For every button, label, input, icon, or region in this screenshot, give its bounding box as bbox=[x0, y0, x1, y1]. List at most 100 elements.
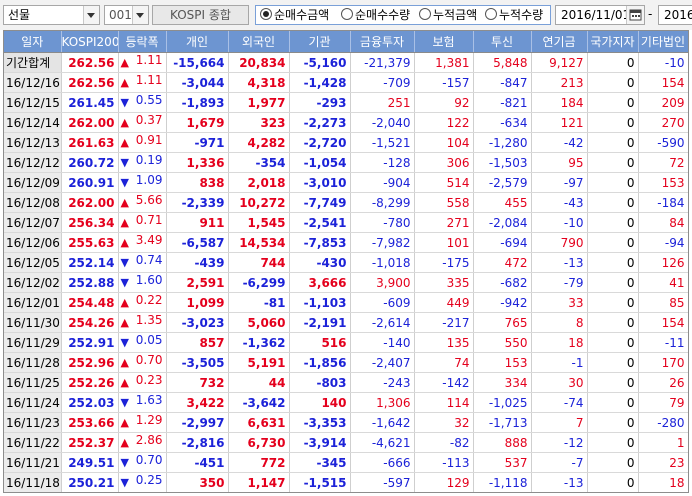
government-cell: 0 bbox=[587, 452, 639, 473]
triangle-up-icon: ▲ bbox=[120, 416, 129, 429]
date-cell: 16/12/12 bbox=[4, 152, 62, 173]
financial-investment-cell: -709 bbox=[350, 72, 415, 93]
investment-trust-cell: -1,118 bbox=[473, 472, 532, 492]
table-row[interactable]: 16/12/07 256.34 ▲ 0.71 911 1,545 -2,541 -780 271… bbox=[4, 212, 688, 233]
chevron-down-icon[interactable] bbox=[132, 6, 148, 24]
table-row[interactable]: 16/12/14 262.00 ▲ 0.37 1,679 323 -2,273 -2,040 1… bbox=[4, 112, 688, 133]
other-corp-cell: -590 bbox=[638, 132, 688, 153]
start-date-input[interactable]: 2016/11/01 bbox=[555, 5, 645, 25]
foreign-cell: 5,060 bbox=[228, 312, 290, 333]
government-cell: 0 bbox=[587, 192, 639, 213]
investment-trust-cell: -694 bbox=[473, 232, 532, 253]
pension-cell: 184 bbox=[531, 92, 588, 113]
col-other-corp-header[interactable]: 기타법인 bbox=[638, 31, 688, 53]
table-row[interactable]: 16/12/08 262.00 ▲ 5.66 -2,339 10,272 -7,749 -8,… bbox=[4, 192, 688, 213]
table-row[interactable]: 16/12/01 254.48 ▲ 0.22 1,099 -81 -1,103 -609 449… bbox=[4, 292, 688, 313]
foreign-cell: 14,534 bbox=[228, 232, 290, 253]
kospi200-cell: 252.91 bbox=[61, 332, 119, 353]
change-cell: ▼ 0.74 bbox=[118, 252, 167, 273]
radio-net-buy-quantity[interactable]: 순매수수량 bbox=[341, 8, 410, 23]
other-corp-cell: 126 bbox=[638, 252, 688, 273]
date-cell: 16/12/01 bbox=[4, 292, 62, 313]
table-row[interactable]: 16/11/22 252.37 ▲ 2.86 -2,816 6,730 -3,914 -4,6… bbox=[4, 432, 688, 453]
col-institution-header[interactable]: 기관 bbox=[289, 31, 351, 53]
foreign-cell: 10,272 bbox=[228, 192, 290, 213]
kospi200-cell: 261.45 bbox=[61, 92, 119, 113]
table-row[interactable]: 16/11/24 252.03 ▼ 1.63 3,422 -3,642 140 1,306 11… bbox=[4, 392, 688, 413]
radio-net-buy-amount[interactable]: 순매수금액 bbox=[260, 8, 329, 23]
financial-investment-cell: -904 bbox=[350, 172, 415, 193]
code-input[interactable]: 001 bbox=[104, 5, 149, 25]
insurance-cell: -82 bbox=[414, 432, 474, 453]
pension-cell: 790 bbox=[531, 232, 588, 253]
col-investment-trust-header[interactable]: 투신 bbox=[473, 31, 532, 53]
code-input-value: 001 bbox=[109, 8, 132, 22]
col-change-header[interactable]: 등락폭 bbox=[118, 31, 167, 53]
col-financial-investment-header[interactable]: 금융투자 bbox=[350, 31, 415, 53]
table-row[interactable]: 16/12/06 255.63 ▲ 3.49 -6,587 14,534 -7,853 -7,… bbox=[4, 232, 688, 253]
table-row[interactable]: 16/12/16 262.56 ▲ 1.11 -3,044 4,318 -1,428 -709… bbox=[4, 72, 688, 93]
insurance-cell: -175 bbox=[414, 252, 474, 273]
insurance-cell: 129 bbox=[414, 472, 474, 492]
col-kospi200-header[interactable]: KOSPI200 bbox=[61, 31, 119, 53]
other-corp-cell: 209 bbox=[638, 92, 688, 113]
table-row[interactable]: 16/11/25 252.26 ▲ 0.23 732 44 -803 -243 -142 334 3… bbox=[4, 372, 688, 393]
table-row[interactable]: 16/11/30 254.26 ▲ 1.35 -3,023 5,060 -2,191 -2,6… bbox=[4, 312, 688, 333]
change-cell: ▲ 0.91 bbox=[118, 132, 167, 153]
financial-investment-cell: -1,642 bbox=[350, 412, 415, 433]
institution-cell: -2,720 bbox=[289, 132, 351, 153]
table-row[interactable]: 16/12/09 260.91 ▼ 1.09 838 2,018 -3,010 -904 514… bbox=[4, 172, 688, 193]
kospi200-cell: 252.37 bbox=[61, 432, 119, 453]
col-foreign-header[interactable]: 외국인 bbox=[228, 31, 290, 53]
col-government-header[interactable]: 국가지자 bbox=[587, 31, 639, 53]
investment-trust-cell: 455 bbox=[473, 192, 532, 213]
investment-trust-cell: 888 bbox=[473, 432, 532, 453]
investor-data-grid: 일자 KOSPI200 등락폭 개인 외국인 기관 금융투자 보험 투신 연기금 국가지자 기타법인 … bbox=[3, 30, 689, 493]
date-cell: 16/12/05 bbox=[4, 252, 62, 273]
date-cell: 16/12/06 bbox=[4, 232, 62, 253]
financial-investment-cell: -1,521 bbox=[350, 132, 415, 153]
col-insurance-header[interactable]: 보험 bbox=[414, 31, 474, 53]
date-cell: 16/11/28 bbox=[4, 352, 62, 373]
col-date-header[interactable]: 일자 bbox=[4, 31, 62, 53]
individual-cell: -451 bbox=[166, 452, 229, 473]
other-corp-cell: 84 bbox=[638, 212, 688, 233]
table-row[interactable]: 16/11/29 252.91 ▼ 0.05 857 -1,362 516 -140 135 55… bbox=[4, 332, 688, 353]
radio-cumulative-quantity[interactable]: 누적수량 bbox=[485, 8, 543, 23]
kospi200-cell: 250.21 bbox=[61, 472, 119, 492]
investment-trust-cell: -2,579 bbox=[473, 172, 532, 193]
calendar-icon[interactable] bbox=[626, 6, 644, 24]
institution-cell: -2,541 bbox=[289, 212, 351, 233]
header-row: 일자 KOSPI200 등락폭 개인 외국인 기관 금융투자 보험 투신 연기금 국가지자 기타법인 bbox=[4, 31, 688, 53]
institution-cell: -1,856 bbox=[289, 352, 351, 373]
chevron-down-icon[interactable] bbox=[83, 6, 99, 24]
change-value: 5.66 bbox=[135, 193, 163, 207]
government-cell: 0 bbox=[587, 112, 639, 133]
table-row[interactable]: 16/12/13 261.63 ▲ 0.91 -971 4,282 -2,720 -1,521… bbox=[4, 132, 688, 153]
foreign-cell: 6,730 bbox=[228, 432, 290, 453]
date-cell: 16/11/25 bbox=[4, 372, 62, 393]
table-row[interactable]: 16/12/15 261.45 ▼ 0.55 -1,893 1,977 -293 251 92-… bbox=[4, 92, 688, 113]
financial-investment-cell: -609 bbox=[350, 292, 415, 313]
market-select[interactable]: 선물 bbox=[3, 5, 100, 25]
end-date-input[interactable]: 2016/ bbox=[658, 5, 692, 25]
table-row[interactable]: 16/12/12 260.72 ▼ 0.19 1,336 -354 -1,054 -128 30… bbox=[4, 152, 688, 173]
table-row[interactable]: 16/11/18 250.21 ▼ 0.25 350 1,147 -1,515 -597 129… bbox=[4, 472, 688, 492]
table-row[interactable]: 16/12/05 252.14 ▼ 0.74 -439 744 -430 -1,018 -175… bbox=[4, 252, 688, 273]
radio-cumulative-amount[interactable]: 누적금액 bbox=[419, 8, 477, 23]
period-total-row[interactable]: 기간합계 262.56 ▲ 1.11 -15,664 20,834 -5,160 -21,37… bbox=[4, 52, 688, 73]
kospi200-cell: 262.00 bbox=[61, 192, 119, 213]
col-pension-header[interactable]: 연기금 bbox=[531, 31, 588, 53]
radio-label: 순매수금액 bbox=[274, 8, 330, 22]
table-row[interactable]: 16/12/02 252.88 ▼ 1.60 2,591 -6,299 3,666 3,900… bbox=[4, 272, 688, 293]
other-corp-cell: -11 bbox=[638, 332, 688, 353]
date-cell: 16/12/13 bbox=[4, 132, 62, 153]
other-corp-cell: 1 bbox=[638, 432, 688, 453]
table-row[interactable]: 16/11/28 252.96 ▲ 0.70 -3,505 5,191 -1,856 -2,4… bbox=[4, 352, 688, 373]
individual-cell: -3,023 bbox=[166, 312, 229, 333]
individual-cell: -971 bbox=[166, 132, 229, 153]
table-row[interactable]: 16/11/23 253.66 ▲ 1.29 -2,997 6,631 -3,353 -1,6… bbox=[4, 412, 688, 433]
col-individual-header[interactable]: 개인 bbox=[166, 31, 229, 53]
table-row[interactable]: 16/11/21 249.51 ▼ 0.70 -451 772 -345 -666 -113 53… bbox=[4, 452, 688, 473]
change-cell: ▼ 1.63 bbox=[118, 392, 167, 413]
